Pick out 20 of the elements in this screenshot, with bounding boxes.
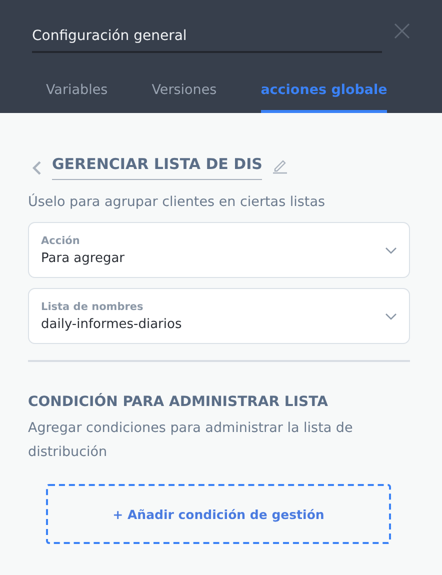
title-field[interactable]: Configuración general: [32, 20, 382, 53]
back-icon[interactable]: [32, 160, 42, 174]
action-name[interactable]: GERENCIAR LISTA DE DIS: [52, 155, 262, 180]
field-label: Lista de nombres: [41, 300, 144, 312]
chevron-down-icon: [385, 312, 397, 320]
field-value: Para agregar: [41, 250, 126, 266]
field-value: daily-informes-diarios: [41, 316, 183, 332]
tab[interactable]: Variables: [46, 76, 108, 113]
tab[interactable]: acciones globale: [260, 76, 388, 113]
add-condition-button[interactable]: + Añadir condición de gestión: [46, 484, 391, 544]
section-description: Agregar condiciones para administrar la lista de distribución: [28, 419, 354, 462]
close-icon[interactable]: [394, 22, 410, 38]
chevron-down-icon: [385, 246, 397, 254]
tab[interactable]: Versiones: [152, 76, 217, 113]
dropdown-field[interactable]: Lista de nombres daily-informes-diarios: [28, 288, 410, 344]
section-heading: CONDICIÓN PARA ADMINISTRAR LISTA: [28, 394, 329, 410]
dropdown-field[interactable]: Acción Para agregar: [28, 222, 410, 278]
field-label: Acción: [41, 234, 81, 246]
pencil-icon[interactable]: [272, 158, 288, 174]
description-text: Úselo para agrupar clientes en ciertas listas: [28, 192, 326, 212]
